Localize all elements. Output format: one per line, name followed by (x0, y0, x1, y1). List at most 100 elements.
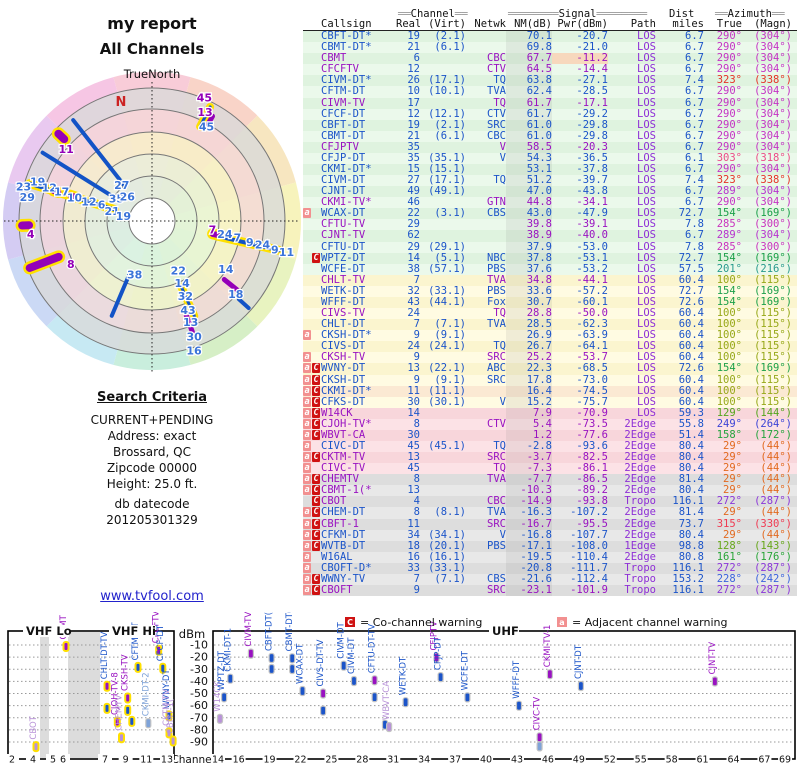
table-row: a C CHEMTV 8 TVA -7.7 -86.5 2Edge 81.4 29° (44°) (303, 474, 797, 486)
callsign-link[interactable]: CIVS-TV (321, 308, 396, 319)
callsign-link[interactable]: CBOFT-D* (321, 563, 396, 574)
callsign-link[interactable]: CFCFTV (321, 64, 396, 75)
callsign-link[interactable]: CBOFT (321, 585, 396, 596)
svg-text:14: 14 (218, 263, 234, 276)
callsign-link[interactable]: CFTM-DT (321, 86, 396, 97)
callsign-link[interactable]: CHLT-TV (321, 275, 396, 286)
svg-text:29: 29 (20, 191, 35, 204)
callsign-link[interactable]: CJNT-DT (321, 186, 396, 197)
svg-text:= Co-channel warning: = Co-channel warning (360, 616, 482, 629)
svg-text:45: 45 (199, 121, 214, 134)
callsign-link[interactable]: WBVT-CA (321, 430, 396, 441)
table-row: a C CJOH-TV* 8 CTV 5.4 -73.5 2Edge 55.8 249° (264°… (303, 418, 797, 430)
callsign-link[interactable]: CBMT (321, 53, 396, 64)
svg-text:VHF Hi: VHF Hi (112, 624, 156, 638)
svg-text:WCAX-DT: WCAX-DT (295, 643, 305, 684)
callsign-link[interactable]: CBFT-DT* (321, 31, 396, 42)
callsign-link[interactable]: CFJP-DT (321, 153, 396, 164)
callsign-link[interactable]: CKTM-TV (321, 452, 396, 463)
station-table: ══Channel══ ════════Signal════════ Dist … (303, 8, 797, 597)
callsign-link[interactable]: CIVM-DT* (321, 75, 396, 86)
db-datecode-line: db datecode (114, 497, 190, 511)
callsign-link[interactable]: CIVC-TV (321, 463, 396, 474)
svg-text:19: 19 (264, 755, 276, 766)
svg-text:WETK-DT: WETK-DT (399, 656, 409, 695)
svg-text:67: 67 (758, 755, 770, 766)
callsign-link[interactable]: CIVS-DT (321, 341, 396, 352)
callsign-link[interactable]: CBFT-DT (321, 120, 396, 131)
callsign-link[interactable]: CKSH-DT* (321, 330, 396, 341)
callsign-link[interactable]: W14CK (321, 408, 396, 419)
svg-text:22: 22 (171, 264, 186, 277)
callsign-link[interactable]: CKSH-TV (321, 352, 396, 363)
adjacent-warning-badge: a (303, 529, 311, 540)
table-row: CKMI-DT* 15 (15.1) 53.1 -37.8 LOS 6.7 290° (304°… (303, 164, 797, 176)
callsign-link[interactable]: CFJPTV (321, 142, 396, 153)
svg-text:-60: -60 (190, 699, 208, 712)
svg-text:CIVM-DT: CIVM-DT (347, 637, 357, 674)
svg-text:13: 13 (161, 755, 173, 766)
adjacent-warning-badge: a (303, 540, 311, 551)
svg-text:CKMI-DT-2: CKMI-DT-2 (141, 672, 151, 716)
callsign-link[interactable]: CJNT-TV (321, 230, 396, 241)
magnetic-north-label: N (116, 95, 127, 110)
y-axis-label: dBm (179, 627, 205, 641)
callsign-link[interactable]: WFFF-DT (321, 297, 396, 308)
svg-text:-70: -70 (190, 711, 208, 724)
table-row: WCFE-DT 38 (57.1) PBS 37.6 -53.2 LOS 57.5 201° (2… (303, 263, 797, 275)
adjacent-warning-badge: a (303, 573, 311, 584)
svg-text:-40: -40 (190, 675, 208, 688)
svg-text:26: 26 (120, 190, 136, 203)
callsign-link[interactable]: W16AL (321, 552, 396, 563)
adjacent-warning-badge: a (303, 507, 311, 518)
table-row: C WPTZ-DT 14 (5.1) NBC 37.8 -53.1 LOS 72.7 154° (1… (303, 252, 797, 264)
callsign-link[interactable]: CIVC-DT (321, 441, 396, 452)
callsign-link[interactable]: CIVM-DT (321, 175, 396, 186)
adjacent-warning-badge: a (303, 363, 311, 374)
callsign-link[interactable]: WVTB-DT (321, 541, 396, 552)
callsign-link[interactable]: CKSH-DT (321, 375, 396, 386)
callsign-link[interactable]: CHEM-DT (321, 507, 396, 518)
search-criteria-line: Brossard, QC (113, 445, 191, 459)
table-row: CFTM-DT 10 (10.1) TVA 62.4 -28.5 LOS 6.7 290° (30… (303, 86, 797, 98)
callsign-link[interactable]: CKMI-TV* (321, 197, 396, 208)
table-row: C CBOT 4 CBC -14.9 -93.8 Tropo 116.1 272° (287°) (303, 496, 797, 508)
callsign-link[interactable]: CKMI-DT* (321, 386, 396, 397)
callsign-link[interactable]: CHEMTV (321, 474, 396, 485)
callsign-link[interactable]: CHLT-DT (321, 319, 396, 330)
svg-text:11: 11 (140, 755, 152, 766)
table-row: CBMT-DT 21 (6.1) CBC 61.0 -29.8 LOS 6.7 290° (304… (303, 130, 797, 142)
callsign-link[interactable]: CBMT-DT (321, 131, 396, 142)
callsign-link[interactable]: WCAX-DT (321, 208, 396, 219)
svg-text:22: 22 (294, 755, 306, 766)
callsign-link[interactable]: CFKM-DT (321, 530, 396, 541)
callsign-link[interactable]: WVNY-DT (321, 363, 396, 374)
callsign-link[interactable]: WPTZ-DT (321, 253, 396, 264)
adjacent-warning-badge: a (303, 208, 311, 219)
callsign-link[interactable]: CBMT-1(* (321, 485, 396, 496)
callsign-link[interactable]: WETK-DT (321, 286, 396, 297)
svg-text:46: 46 (542, 755, 554, 766)
callsign-link[interactable]: CFCF-DT (321, 109, 396, 120)
tvfool-link[interactable]: www.tvfool.com (0, 589, 304, 604)
callsign-link[interactable]: CKMI-DT* (321, 164, 396, 175)
callsign-link[interactable]: CIVM-TV (321, 98, 396, 109)
callsign-link[interactable]: CFKS-DT (321, 397, 396, 408)
svg-text:11: 11 (279, 246, 294, 259)
callsign-link[interactable]: WWNY-TV (321, 574, 396, 585)
callsign-link[interactable]: CFTU-DT (321, 242, 396, 253)
co-channel-warning-badge: C (312, 573, 320, 584)
adjacent-warning-badge: a (303, 330, 311, 341)
callsign-link[interactable]: CBFT-1 (321, 519, 396, 530)
svg-text:CKMI-DT-1: CKMI-DT-1 (223, 628, 233, 672)
callsign-link[interactable]: CBOT (321, 496, 396, 507)
table-row: a C WVNY-DT 13 (22.1) ABC 22.3 -68.5 LOS 72.6 154°… (303, 363, 797, 375)
svg-text:24: 24 (255, 239, 271, 252)
callsign-link[interactable]: WCFE-DT (321, 264, 396, 275)
callsign-link[interactable]: CBMT-DT* (321, 42, 396, 53)
callsign-link[interactable]: CFTU-TV (321, 219, 396, 230)
callsign-link[interactable]: CJOH-TV* (321, 419, 396, 430)
svg-text:CFJP-DT: CFJP-DT (434, 636, 444, 670)
adjacent-warning-badge: a (303, 474, 311, 485)
table-row: a W16AL 16 (16.1) -19.5 -110.4 2Edge 80.8 161° (1… (303, 551, 797, 563)
